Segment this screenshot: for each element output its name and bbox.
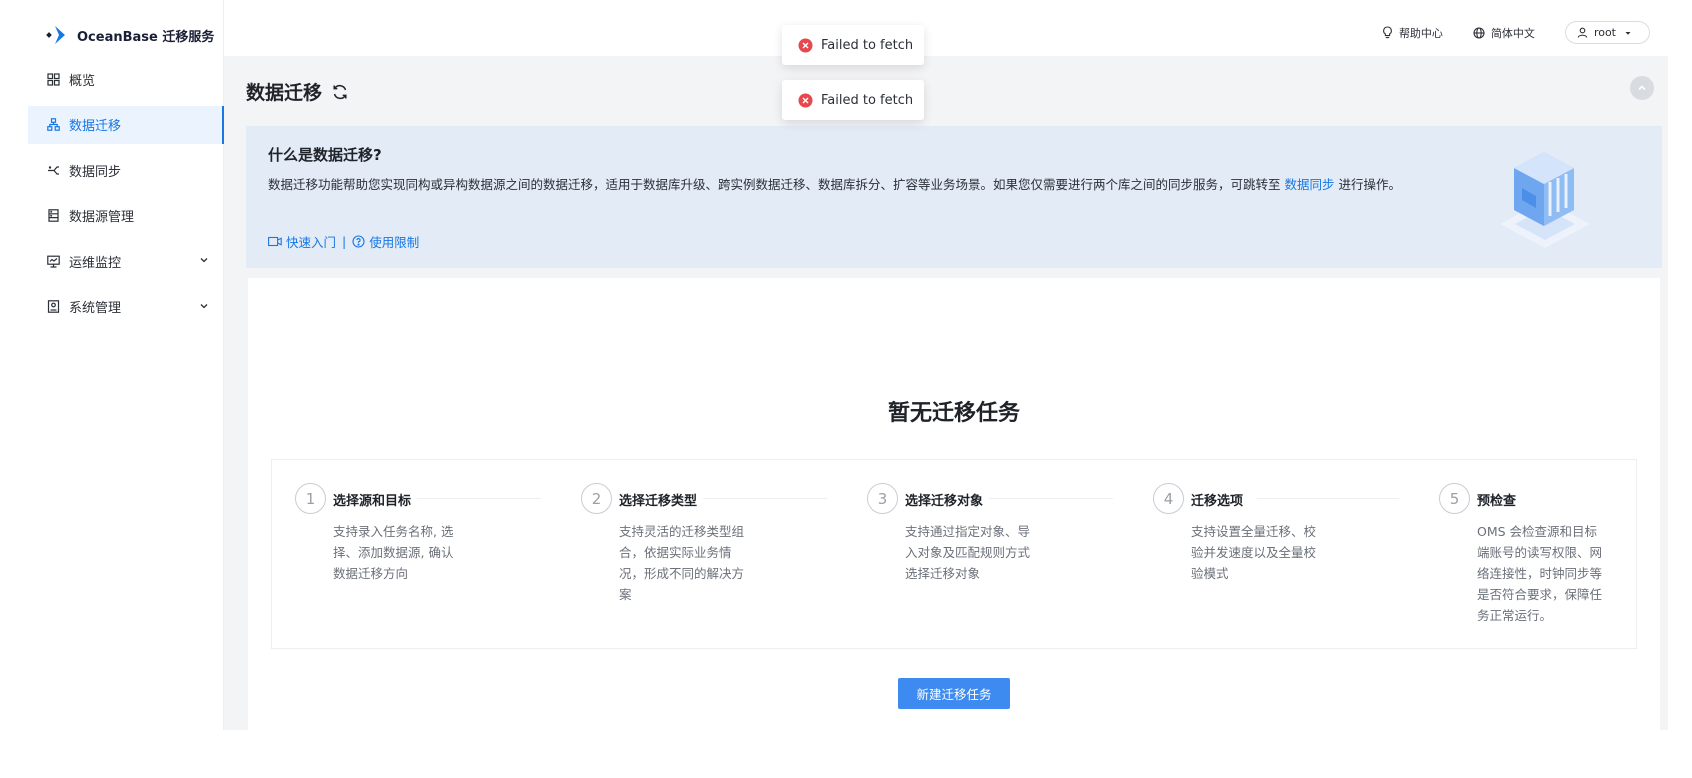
datasource-icon xyxy=(47,209,60,222)
chevron-down-icon xyxy=(198,300,210,312)
page-title-text: 数据迁移 xyxy=(246,82,323,104)
sidebar-item-label: 数据源管理 xyxy=(69,210,135,225)
usage-limits-label: 使用限制 xyxy=(369,235,420,250)
sidebar-item-data-sync[interactable]: 数据同步 xyxy=(28,151,224,189)
brand-name: OceanBase 迁移服务 xyxy=(77,29,215,45)
sidebar-item-label: 系统管理 xyxy=(69,301,122,316)
question-circle-icon xyxy=(352,235,365,248)
intro-title: 什么是数据迁移? xyxy=(268,146,382,164)
globe-icon xyxy=(1473,26,1485,39)
collapse-button[interactable] xyxy=(1630,76,1654,100)
sync-icon xyxy=(47,164,60,177)
sidebar-item-system[interactable]: 系统管理 xyxy=(28,288,224,326)
empty-state-title: 暂无迁移任务 xyxy=(887,401,1020,426)
step-number: 1 xyxy=(295,483,326,514)
chevron-down-icon xyxy=(198,254,210,266)
user-icon xyxy=(1577,27,1588,38)
oceanbase-logo-icon xyxy=(46,24,70,46)
error-toast: Failed to fetch xyxy=(782,80,924,120)
step-description: OMS 会检查源和目标端账号的读写权限、网络连接性，时钟同步等是否符合要求，保障… xyxy=(1477,524,1603,623)
migration-illustration xyxy=(1490,138,1600,258)
username: root xyxy=(1593,26,1616,39)
caret-down-icon xyxy=(1625,31,1631,35)
step-description: 支持录入任务名称, 选择、添加数据源, 确认数据迁移方向 xyxy=(333,524,454,581)
step-title: 迁移选项 xyxy=(1191,494,1244,509)
sidebar-item-datasource[interactable]: 数据源管理 xyxy=(28,197,224,235)
migration-icon xyxy=(47,118,60,131)
sidebar-item-label: 数据迁移 xyxy=(69,119,122,134)
sidebar-nav: 概览 数据迁移 数据同步 数据源管理 运维监控 系统管理 xyxy=(28,60,224,333)
user-menu[interactable]: root xyxy=(1564,21,1650,44)
chevron-up-icon xyxy=(1638,85,1646,91)
top-header: 帮助中心 简体中文 root xyxy=(224,0,1668,56)
help-center-link[interactable]: 帮助中心 xyxy=(1382,25,1443,41)
quick-start-link[interactable]: 快速入门 xyxy=(268,232,336,251)
step-title: 选择迁移类型 xyxy=(619,494,698,509)
sidebar: OceanBase 迁移服务 概览 数据迁移 数据同步 数据源管理 运维监控 系… xyxy=(0,0,224,730)
step-connector xyxy=(703,498,827,499)
video-icon xyxy=(268,236,282,247)
error-circle-icon xyxy=(798,93,813,107)
empty-state-card: 暂无迁移任务 1 选择源和目标 支持录入任务名称, 选择、添加数据源, 确认数据… xyxy=(248,278,1660,730)
step-number: 3 xyxy=(867,483,898,514)
bulb-icon xyxy=(1383,26,1392,39)
step-title: 预检查 xyxy=(1477,494,1517,509)
intro-links: 快速入门 | 使用限制 xyxy=(268,232,419,251)
step-title: 选择源和目标 xyxy=(333,494,412,509)
help-center-label: 帮助中心 xyxy=(1398,26,1443,40)
new-migration-task-button[interactable]: 新建迁移任务 xyxy=(898,678,1010,709)
main-content: 数据迁移 什么是数据迁移? 数据迁移功能帮助您实现同构或异构数据源之间的数据迁移… xyxy=(224,56,1668,730)
step-connector xyxy=(1257,498,1399,499)
sidebar-item-label: 数据同步 xyxy=(69,164,122,180)
sidebar-item-data-migration[interactable]: 数据迁移 xyxy=(28,105,224,144)
intro-description: 数据迁移功能帮助您实现同构或异构数据源之间的数据迁移，适用于数据库升级、跨实例数… xyxy=(268,174,1443,195)
intro-banner: 什么是数据迁移? 数据迁移功能帮助您实现同构或异构数据源之间的数据迁移，适用于数… xyxy=(246,126,1662,268)
sidebar-item-label: 概览 xyxy=(69,73,96,89)
refresh-icon[interactable] xyxy=(331,83,349,101)
page-title: 数据迁移 xyxy=(246,78,349,105)
intro-desc-text: 数据迁移功能帮助您实现同构或异构数据源之间的数据迁移，适用于数据库升级、跨实例数… xyxy=(268,177,1285,192)
data-sync-link[interactable]: 数据同步 xyxy=(1284,177,1334,192)
error-toast: Failed to fetch xyxy=(782,25,924,65)
header-actions: 帮助中心 简体中文 root xyxy=(1382,21,1650,44)
step-description: 支持灵活的迁移类型组合，依据实际业务情况，形成不同的解决方案 xyxy=(619,524,745,602)
language-label: 简体中文 xyxy=(1490,26,1535,40)
link-separator: | xyxy=(342,234,347,249)
sidebar-item-overview[interactable]: 概览 xyxy=(28,60,224,98)
language-switcher[interactable]: 简体中文 xyxy=(1473,25,1535,41)
usage-limits-link[interactable]: 使用限制 xyxy=(352,232,419,251)
step-connector xyxy=(989,498,1113,499)
monitor-icon xyxy=(47,255,60,268)
step-description: 支持设置全量迁移、校验并发速度以及全量校验模式 xyxy=(1191,524,1317,581)
steps-panel: 1 选择源和目标 支持录入任务名称, 选择、添加数据源, 确认数据迁移方向 2 … xyxy=(271,459,1637,649)
step-title: 选择迁移对象 xyxy=(905,494,984,509)
step-number: 2 xyxy=(581,483,612,514)
sidebar-item-monitoring[interactable]: 运维监控 xyxy=(28,242,224,280)
step-description: 支持通过指定对象、导入对象及匹配规则方式选择迁移对象 xyxy=(905,524,1031,581)
intro-desc-tail: 进行操作。 xyxy=(1334,177,1401,192)
error-circle-icon xyxy=(798,38,813,52)
toast-message: Failed to fetch xyxy=(821,37,914,53)
step-connector xyxy=(417,498,541,499)
sidebar-item-label: 运维监控 xyxy=(69,255,122,271)
quick-start-label: 快速入门 xyxy=(286,235,337,250)
grid-icon xyxy=(47,72,60,86)
step-number: 4 xyxy=(1153,483,1184,514)
toast-message: Failed to fetch xyxy=(821,92,914,108)
step-number: 5 xyxy=(1439,483,1470,514)
system-icon xyxy=(47,300,60,313)
brand-logo[interactable]: OceanBase 迁移服务 xyxy=(46,24,214,46)
